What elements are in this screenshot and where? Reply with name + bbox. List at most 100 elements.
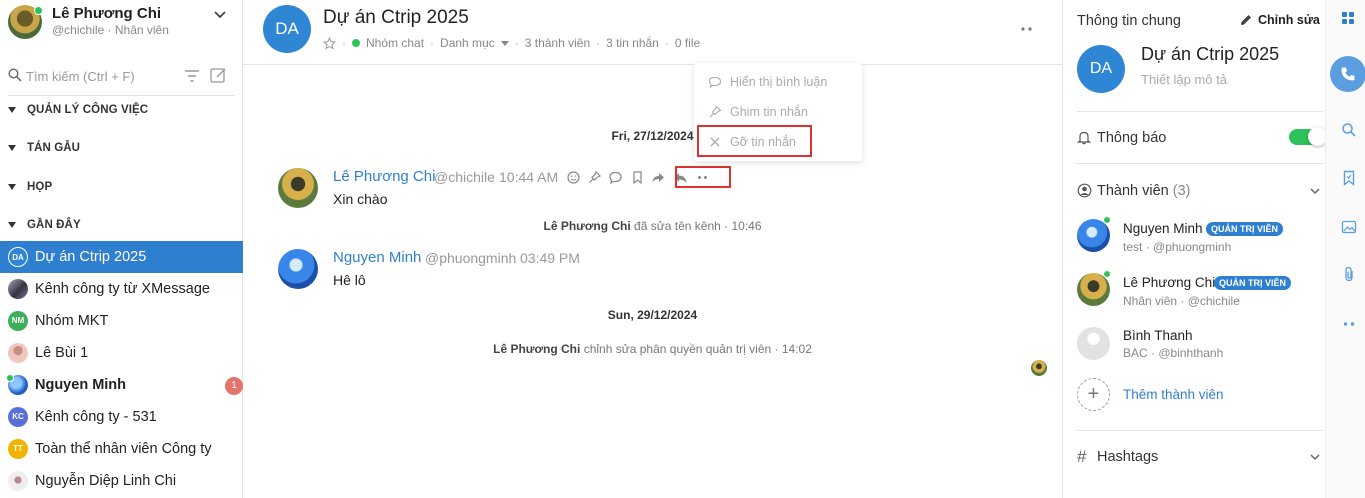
bell-icon bbox=[1077, 131, 1091, 145]
message-author[interactable]: Lê Phương Chi bbox=[333, 168, 435, 185]
channel-title: Dự án Ctrip 2025 bbox=[323, 7, 469, 28]
channel-name: Dự án Ctrip 2025 bbox=[35, 249, 147, 265]
date-separator: Sun, 29/12/2024 bbox=[607, 308, 698, 322]
search-input[interactable] bbox=[26, 66, 176, 86]
system-message: Lê Phương Chi chỉnh sửa phân quyền quản … bbox=[243, 342, 1062, 356]
divider bbox=[1077, 430, 1323, 431]
message-text: Xin chào bbox=[333, 191, 388, 207]
menu-item-pin[interactable]: Ghim tin nhắn bbox=[694, 99, 862, 127]
avatar[interactable] bbox=[1077, 273, 1110, 306]
current-user[interactable]: Lê Phương Chi @chichile · Nhân viên bbox=[0, 0, 243, 48]
message-handle: @chichile bbox=[434, 169, 495, 185]
image-icon[interactable] bbox=[1341, 219, 1357, 235]
channel-avatar bbox=[8, 471, 28, 491]
add-member-label[interactable]: Thêm thành viên bbox=[1123, 387, 1224, 402]
bookmark-icon[interactable] bbox=[1341, 170, 1357, 186]
section-label: HỌP bbox=[27, 181, 53, 193]
message-time: 10:44 AM bbox=[499, 169, 559, 185]
info-panel: Thông tin chung Chỉnh sửa DA Dự án Ctrip… bbox=[1062, 0, 1327, 498]
online-status-dot bbox=[34, 6, 43, 15]
more-options-icon[interactable] bbox=[1341, 316, 1357, 332]
add-member-button[interactable]: + bbox=[1077, 378, 1110, 411]
search-bar bbox=[8, 66, 234, 86]
message-handle: @phuongminh bbox=[425, 250, 517, 266]
members-count: (3) bbox=[1172, 183, 1191, 199]
section-label: QUẢN LÝ CÔNG VIỆC bbox=[27, 104, 149, 116]
forward-icon[interactable] bbox=[651, 170, 666, 185]
hashtag-icon: # bbox=[1077, 447, 1087, 466]
member-count[interactable]: 3 thành viên bbox=[525, 36, 590, 50]
edit-button[interactable]: Chỉnh sửa bbox=[1239, 13, 1320, 27]
member-name[interactable]: Bình Thanh bbox=[1123, 328, 1193, 343]
channel-item-nhom-mkt[interactable]: NM Nhóm MKT bbox=[0, 305, 243, 337]
section-label: GẦN ĐÂY bbox=[27, 219, 81, 231]
channel-item-linh-chi[interactable]: Nguyễn Diệp Linh Chi bbox=[0, 465, 243, 497]
channel-name: Lê Bùi 1 bbox=[35, 345, 89, 361]
channel-item-kenh-cong-ty-531[interactable]: KC Kênh công ty - 531 bbox=[0, 401, 243, 433]
system-actor: Lê Phương Chi bbox=[543, 219, 631, 233]
avatar[interactable] bbox=[278, 168, 318, 208]
message-time: 03:49 PM bbox=[520, 250, 580, 266]
more-options-icon[interactable] bbox=[1019, 26, 1035, 32]
attachment-icon[interactable] bbox=[1341, 266, 1357, 282]
comment-icon[interactable] bbox=[608, 170, 623, 185]
channel-avatar bbox=[8, 279, 28, 299]
channel-item-le-bui[interactable]: Lê Bùi 1 bbox=[0, 337, 243, 369]
bookmark-icon[interactable] bbox=[630, 170, 645, 185]
channel-name: Kênh công ty - 531 bbox=[35, 409, 157, 425]
member-name[interactable]: Lê Phương Chi bbox=[1123, 275, 1215, 290]
channel-meta: · Nhóm chat · Danh mục · 3 thành viên · … bbox=[323, 36, 700, 50]
file-count[interactable]: 0 file bbox=[675, 36, 700, 50]
section-recent[interactable]: GẦN ĐÂY bbox=[0, 215, 243, 237]
grid-icon[interactable] bbox=[1340, 10, 1356, 26]
chevron-down-icon[interactable] bbox=[1309, 451, 1321, 463]
menu-item-label: Ghim tin nhắn bbox=[730, 105, 808, 119]
notifications-toggle[interactable] bbox=[1289, 127, 1327, 146]
member-name[interactable]: Nguyen Minh bbox=[1123, 221, 1203, 236]
read-receipt-avatar bbox=[1031, 360, 1047, 376]
unread-badge: 1 bbox=[225, 377, 243, 395]
hashtags-label[interactable]: Hashtags bbox=[1097, 449, 1158, 465]
section-chitchat[interactable]: TÁN GẪU bbox=[0, 138, 243, 160]
channel-item-nguyen-minh[interactable]: Nguyen Minh 1 bbox=[0, 369, 243, 401]
pin-icon bbox=[709, 105, 722, 118]
message-context-menu: Hiển thị bình luận Ghim tin nhắn Gỡ tin … bbox=[694, 63, 862, 161]
channel-avatar: DA bbox=[1077, 45, 1125, 93]
section-task-management[interactable]: QUẢN LÝ CÔNG VIỆC bbox=[0, 100, 243, 122]
call-button[interactable] bbox=[1330, 56, 1365, 92]
channel-name: Kênh công ty từ XMessage bbox=[35, 281, 210, 297]
avatar[interactable] bbox=[1077, 327, 1110, 360]
star-icon[interactable] bbox=[323, 36, 336, 50]
sidebar: Lê Phương Chi @chichile · Nhân viên QUẢN… bbox=[0, 0, 243, 498]
comment-icon bbox=[708, 76, 722, 89]
members-header[interactable]: Thành viên (3) bbox=[1097, 183, 1191, 199]
channel-avatar: TT bbox=[8, 439, 28, 459]
pin-icon[interactable] bbox=[587, 170, 602, 185]
search-icon[interactable] bbox=[1341, 122, 1357, 138]
avatar[interactable] bbox=[278, 249, 318, 289]
right-toolbar bbox=[1325, 0, 1365, 498]
channel-item-du-an-ctrip[interactable]: DA Dự án Ctrip 2025 bbox=[0, 241, 243, 273]
caret-down-icon bbox=[500, 40, 509, 46]
description-placeholder[interactable]: Thiết lập mô tả bbox=[1141, 72, 1227, 87]
filter-icon[interactable] bbox=[184, 68, 200, 84]
message-count[interactable]: 3 tin nhắn bbox=[606, 36, 659, 50]
channel-header: DA Dự án Ctrip 2025 · Nhóm chat · Danh m… bbox=[243, 0, 1062, 65]
notifications-label: Thông báo bbox=[1097, 130, 1167, 146]
message-author[interactable]: Nguyen Minh bbox=[333, 249, 421, 266]
compose-icon[interactable] bbox=[210, 67, 227, 84]
emoji-icon[interactable] bbox=[566, 170, 581, 185]
menu-item-show-comments[interactable]: Hiển thị bình luận bbox=[694, 69, 862, 97]
message-text: Hê lô bbox=[333, 272, 366, 288]
channel-avatar: DA bbox=[263, 5, 311, 53]
category-dropdown[interactable]: Danh mục bbox=[440, 36, 509, 50]
channel-item-toan-the[interactable]: TT Toàn thể nhân viên Công ty bbox=[0, 433, 243, 465]
chevron-down-icon[interactable] bbox=[1309, 185, 1321, 197]
section-meetings[interactable]: HỌP bbox=[0, 177, 243, 199]
message-feed: Fri, 27/12/2024 Lê Phương Chi @chichile … bbox=[243, 66, 1062, 498]
online-status-dot bbox=[6, 374, 14, 382]
channel-avatar: NM bbox=[8, 311, 28, 331]
channel-item-xmessage[interactable]: Kênh công ty từ XMessage bbox=[0, 273, 243, 305]
avatar[interactable] bbox=[1077, 219, 1110, 252]
chevron-down-icon[interactable] bbox=[213, 8, 227, 22]
